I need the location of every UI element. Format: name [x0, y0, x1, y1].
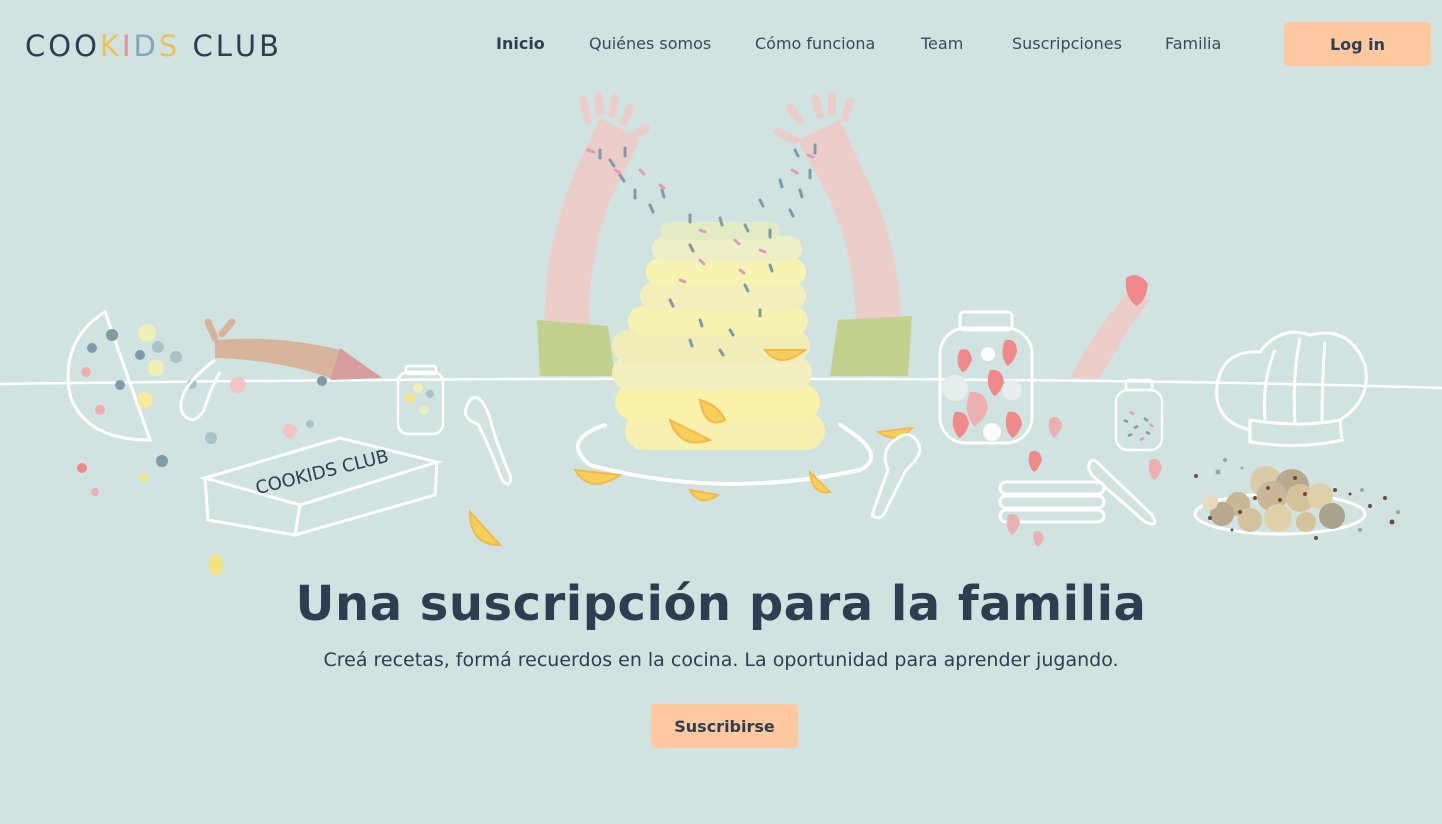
login-button[interactable]: Log in	[1284, 22, 1431, 66]
sprinkle-jar-illustration	[1114, 378, 1164, 452]
logo-letter: B	[259, 29, 283, 63]
logo-letter: I	[121, 29, 134, 63]
logo-letter: O	[74, 29, 100, 63]
logo-letter: L	[215, 29, 235, 63]
site-header: COOKIDS CLUB Inicio Quiénes somos Cómo f…	[0, 0, 1442, 90]
nav-item-como-funciona[interactable]: Cómo funciona	[755, 32, 875, 56]
cookids-box-illustration	[199, 436, 443, 537]
strawberry-arm-illustration	[1070, 275, 1150, 378]
serving-spoon-outline	[870, 433, 922, 520]
plates-stack-illustration	[998, 459, 1157, 526]
nav-item-quienes-somos[interactable]: Quiénes somos	[589, 32, 711, 56]
nav-item-familia[interactable]: Familia	[1165, 32, 1221, 56]
logo-letter: O	[48, 29, 75, 63]
hero-subtitle: Creá recetas, formá recuerdos en la coci…	[323, 649, 1119, 671]
box-label: COOKIDS CLUB	[253, 446, 390, 499]
logo-letter	[180, 28, 192, 64]
brand-logo[interactable]: COOKIDS CLUB	[25, 28, 282, 64]
logo-letter: C	[192, 29, 216, 63]
cookies-plate-illustration	[1193, 458, 1400, 540]
subscribe-button[interactable]: Suscribirse	[651, 704, 798, 748]
logo-letter: D	[133, 29, 159, 63]
reaching-arm-illustration	[204, 318, 382, 380]
logo-letter: S	[158, 29, 181, 63]
nav-item-team[interactable]: Team	[921, 32, 963, 56]
hero-title: Una suscripción para la familia	[295, 576, 1147, 632]
hero-illustration: COOKIDS CLUB	[0, 90, 1442, 590]
logo-letter: U	[234, 29, 260, 63]
whisk-outline	[179, 358, 222, 421]
chef-hat-illustration	[1215, 330, 1368, 448]
small-jar-illustration	[396, 364, 445, 436]
nav-item-suscripciones[interactable]: Suscripciones	[1012, 32, 1122, 56]
nav-item-inicio[interactable]: Inicio	[496, 32, 545, 56]
logo-letter: K	[99, 29, 122, 63]
spoon-outline	[464, 395, 512, 486]
strawberry-jar-illustration	[938, 310, 1034, 445]
logo-letter: C	[25, 29, 49, 63]
